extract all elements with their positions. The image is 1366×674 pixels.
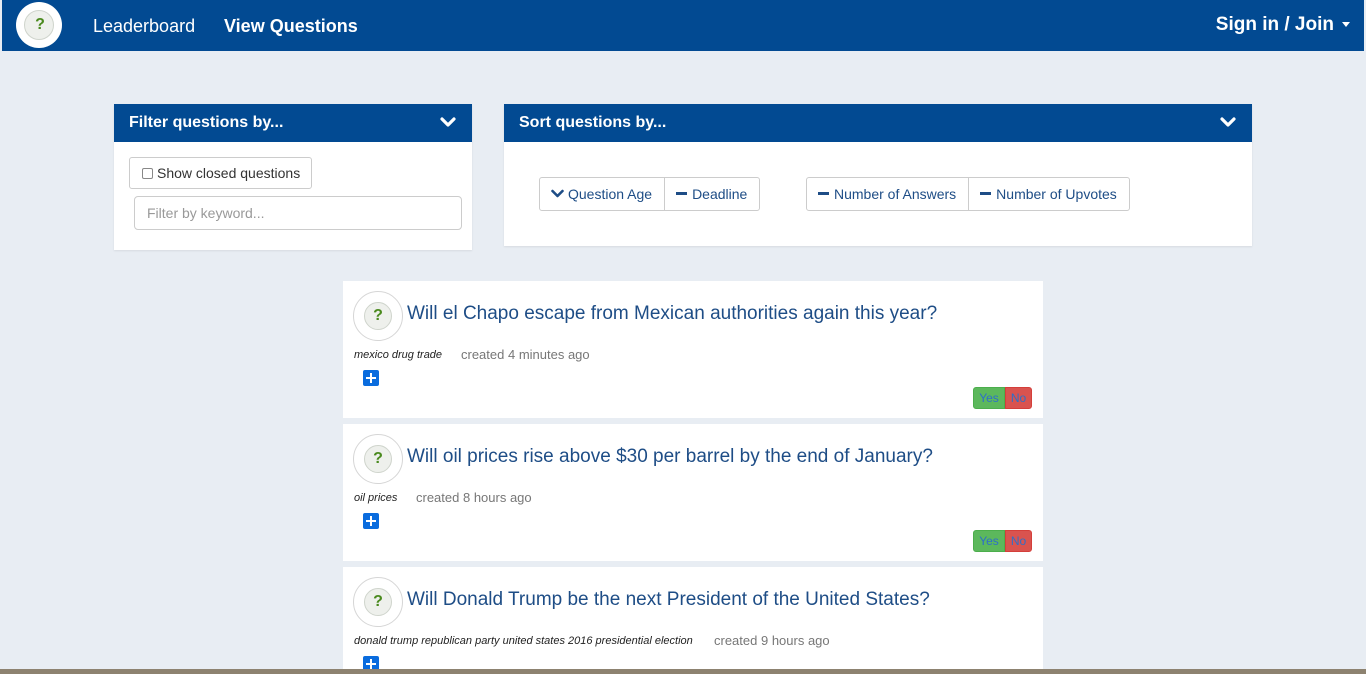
sort-group-time: Question Age Deadline xyxy=(539,177,761,211)
question-mark-icon: ? xyxy=(364,445,392,473)
question-tags[interactable]: donald trump republican party united sta… xyxy=(354,635,693,647)
bottom-background-strip xyxy=(0,669,1366,674)
sort-number-of-answers-button[interactable]: Number of Answers xyxy=(806,177,970,211)
site-logo[interactable]: ? xyxy=(16,2,62,48)
minus-icon xyxy=(676,192,688,195)
question-avatar: ? xyxy=(353,291,403,341)
nav-view-questions-link[interactable]: View Questions xyxy=(224,15,358,37)
question-title-link[interactable]: Will oil prices rise above $30 per barre… xyxy=(407,445,933,469)
sort-number-of-upvotes-button[interactable]: Number of Upvotes xyxy=(968,177,1130,211)
filter-panel: Filter questions by... Show closed quest… xyxy=(114,104,472,250)
question-created-time: created 9 hours ago xyxy=(714,633,830,648)
sort-deadline-button[interactable]: Deadline xyxy=(664,177,761,211)
question-mark-icon: ? xyxy=(364,302,392,330)
sort-panel-title: Sort questions by... xyxy=(519,114,667,131)
vote-yes-button[interactable]: Yes xyxy=(973,530,1005,552)
question-created-time: created 8 hours ago xyxy=(416,490,532,505)
question-avatar: ? xyxy=(353,577,403,627)
sort-group-counts: Number of Answers Number of Upvotes xyxy=(806,177,1130,211)
sort-question-age-label: Question Age xyxy=(568,186,653,202)
question-avatar: ? xyxy=(353,434,403,484)
minus-icon xyxy=(818,192,829,195)
plus-icon[interactable] xyxy=(363,370,379,386)
nav-leaderboard-link[interactable]: Leaderboard xyxy=(93,15,195,37)
question-title-link[interactable]: Will Donald Trump be the next President … xyxy=(407,588,930,612)
chevron-down-icon xyxy=(551,189,564,198)
filter-panel-title: Filter questions by... xyxy=(129,114,284,131)
show-closed-toggle[interactable]: Show closed questions xyxy=(129,157,312,189)
keyword-filter-input[interactable] xyxy=(134,196,462,230)
sort-panel: Sort questions by... Question Age Deadli… xyxy=(504,104,1252,246)
question-title-link[interactable]: Will el Chapo escape from Mexican author… xyxy=(407,302,937,326)
question-card: ? Will oil prices rise above $30 per bar… xyxy=(343,424,1043,561)
question-created-time: created 4 minutes ago xyxy=(461,347,590,362)
question-card: ? Will el Chapo escape from Mexican auth… xyxy=(343,281,1043,418)
signin-label: Sign in / Join xyxy=(1215,14,1334,35)
question-tags[interactable]: mexico drug trade xyxy=(354,349,442,361)
chevron-down-icon[interactable] xyxy=(440,115,456,129)
top-navbar: ? Leaderboard View Questions Sign in / J… xyxy=(2,0,1364,51)
minus-icon xyxy=(980,192,992,195)
sort-number-of-answers-label: Number of Answers xyxy=(834,186,957,202)
filter-panel-header[interactable]: Filter questions by... xyxy=(114,104,472,142)
sort-number-of-upvotes-label: Number of Upvotes xyxy=(996,186,1117,202)
sort-deadline-label: Deadline xyxy=(692,186,748,202)
question-mark-logo-icon: ? xyxy=(24,10,54,40)
sort-question-age-button[interactable]: Question Age xyxy=(539,177,666,211)
question-card: ? Will Donald Trump be the next Presiden… xyxy=(343,567,1043,674)
question-mark-icon: ? xyxy=(364,588,392,616)
vote-no-button[interactable]: No xyxy=(1005,530,1032,552)
show-closed-label: Show closed questions xyxy=(157,165,301,181)
vote-yes-button[interactable]: Yes xyxy=(973,387,1005,409)
question-tags[interactable]: oil prices xyxy=(354,492,397,504)
signin-dropdown[interactable]: Sign in / Join xyxy=(1216,14,1350,36)
show-closed-checkbox[interactable] xyxy=(142,168,153,179)
plus-icon[interactable] xyxy=(363,513,379,529)
chevron-down-icon[interactable] xyxy=(1220,115,1236,129)
caret-down-icon xyxy=(1342,22,1350,28)
sort-panel-header[interactable]: Sort questions by... xyxy=(504,104,1252,142)
vote-no-button[interactable]: No xyxy=(1005,387,1032,409)
